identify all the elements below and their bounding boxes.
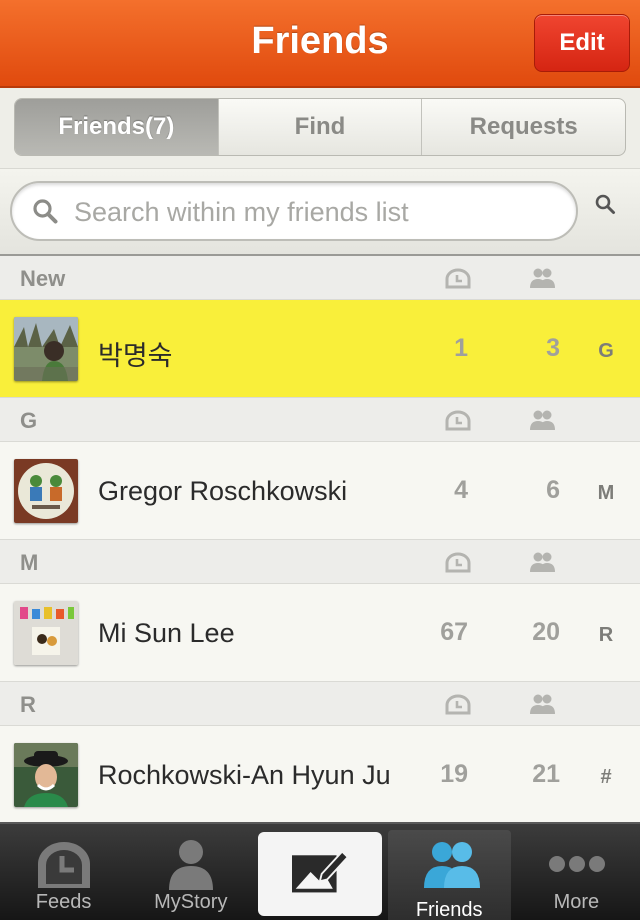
segmented-control: Friends(7) Find Requests (14, 98, 626, 156)
tab-label: Friends (415, 899, 483, 920)
list-item[interactable]: Mi Sun Lee 67 20 R (0, 584, 640, 682)
friend-count: 6 (546, 476, 560, 504)
friends-count-icon (530, 268, 555, 288)
tab-bar: Feeds MyStory Friends More (0, 822, 640, 920)
section-label: G (20, 408, 38, 433)
nav-bar: Friends Edit (0, 0, 640, 88)
feeds-icon (445, 552, 471, 573)
edit-button[interactable]: Edit (534, 14, 630, 72)
index-letter[interactable]: R (594, 624, 618, 647)
section-label: R (20, 692, 36, 717)
feeds-icon (445, 410, 471, 431)
section-header: New (0, 256, 640, 300)
list-item[interactable]: Rochkowski-An Hyun Ju 19 21 # (0, 726, 640, 822)
search-input[interactable] (74, 193, 564, 231)
friend-count: 20 (532, 618, 560, 646)
avatar (14, 601, 78, 665)
friend-name: Rochkowski-An Hyun Ju (98, 760, 391, 790)
friends-count-icon (530, 552, 555, 572)
list-item[interactable]: Gregor Roschkowski 4 6 M (0, 442, 640, 540)
search-bar (0, 168, 640, 256)
avatar (14, 317, 78, 381)
segment-requests[interactable]: Requests (422, 99, 625, 155)
tab-mystory[interactable]: MyStory (127, 824, 254, 920)
tab-label: Feeds (35, 891, 92, 913)
tab-label: More (553, 891, 600, 913)
section-header: R (0, 682, 640, 726)
compose-icon (292, 850, 349, 893)
friends-icon (423, 842, 480, 888)
search-icon (33, 199, 58, 224)
feed-count: 67 (440, 618, 468, 646)
friends-count-icon (530, 410, 555, 430)
feed-count: 1 (454, 334, 468, 362)
tab-feeds[interactable]: Feeds (0, 824, 127, 920)
friend-name: Mi Sun Lee (98, 618, 235, 648)
index-letter[interactable]: # (594, 766, 618, 789)
feed-count: 4 (454, 476, 468, 504)
index-letter[interactable]: M (594, 482, 618, 505)
list-item[interactable]: 박명숙 1 3 G (0, 300, 640, 398)
segment-friends[interactable]: Friends(7) (15, 99, 219, 155)
friend-name: 박명숙 (98, 341, 173, 371)
index-letter[interactable]: G (594, 340, 618, 363)
tab-more[interactable]: More (513, 824, 640, 920)
segment-find[interactable]: Find (219, 99, 423, 155)
friends-count-icon (530, 694, 555, 714)
index-search-icon[interactable] (594, 193, 616, 215)
avatar (14, 459, 78, 523)
tab-label: MyStory (154, 891, 228, 913)
friend-count: 21 (532, 760, 560, 788)
feeds-icon (38, 842, 90, 888)
person-icon (169, 840, 214, 890)
friend-name: Gregor Roschkowski (98, 476, 348, 506)
compose-button[interactable] (258, 832, 382, 916)
friend-count: 3 (546, 334, 560, 362)
more-icon (548, 856, 605, 872)
section-label: M (20, 550, 39, 575)
friends-list[interactable]: New 박명숙 1 3 G G Gregor Roschkowski 4 6 M… (0, 256, 640, 822)
search-field[interactable] (10, 181, 578, 241)
feed-count: 19 (440, 760, 468, 788)
segment-bar: Friends(7) Find Requests (0, 88, 640, 168)
section-header: G (0, 398, 640, 442)
tab-friends[interactable]: Friends (387, 830, 511, 920)
feeds-icon (445, 694, 471, 715)
feeds-icon (445, 268, 471, 289)
section-header: M (0, 540, 640, 584)
avatar (14, 743, 78, 807)
section-label: New (20, 266, 66, 291)
